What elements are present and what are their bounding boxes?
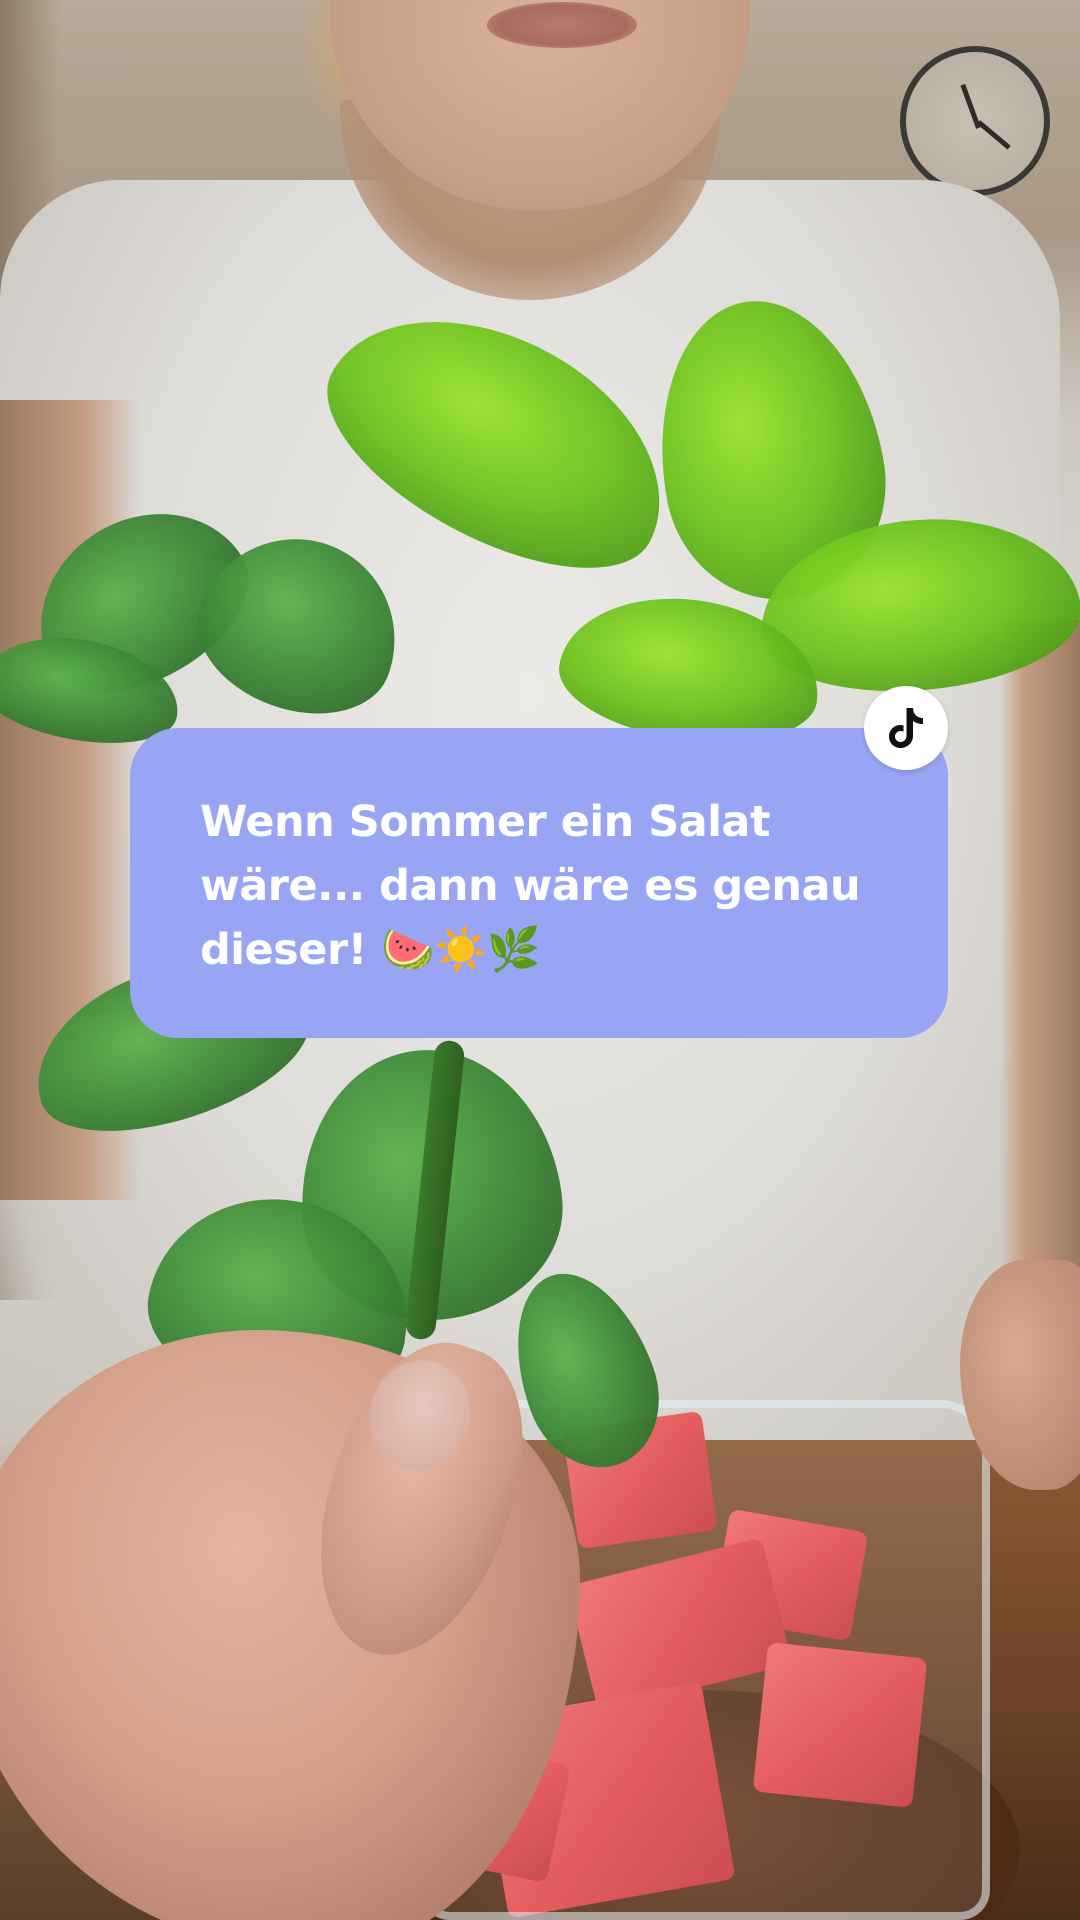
caption-card[interactable]: Wenn Sommer ein Salat wäre... dann wäre … xyxy=(130,728,948,1038)
video-frame[interactable]: Wenn Sommer ein Salat wäre... dann wäre … xyxy=(0,0,1080,1920)
tiktok-badge[interactable] xyxy=(864,686,948,770)
lips xyxy=(487,2,637,48)
clock-minute-hand xyxy=(976,120,1011,150)
caption-text: Wenn Sommer ein Salat wäre... dann wäre … xyxy=(200,797,861,975)
wall-clock xyxy=(900,46,1050,196)
tiktok-logo-icon xyxy=(889,708,923,748)
right-arm xyxy=(1000,620,1080,1320)
